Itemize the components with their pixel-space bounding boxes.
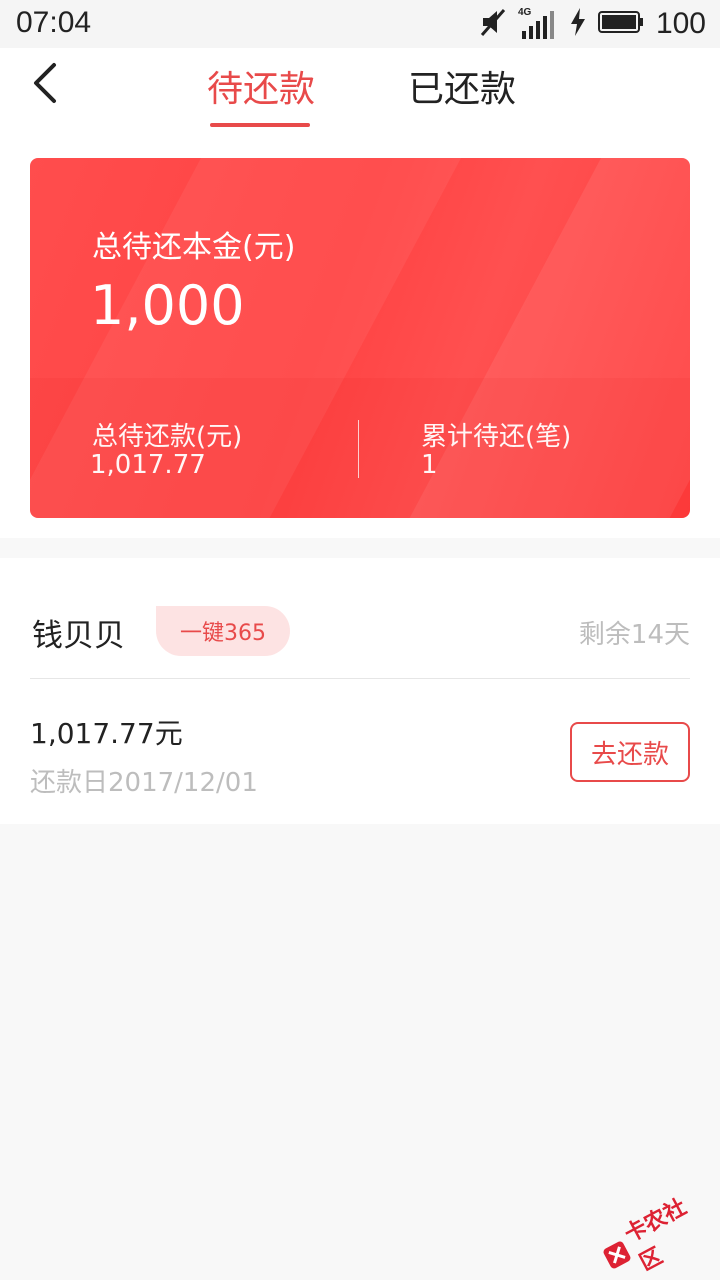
merchant-name: 钱贝贝 <box>32 618 125 654</box>
signal-icon: 4G <box>518 7 558 41</box>
loan-amount: 1,017.77元 <box>30 717 183 750</box>
due-date: 还款日2017/12/01 <box>30 768 258 798</box>
card-divider <box>358 420 359 478</box>
back-button[interactable] <box>22 62 68 108</box>
loan-list-item[interactable]: 钱贝贝 一键365 剩余14天 1,017.77元 还款日2017/12/01 … <box>0 558 720 824</box>
remaining-days: 剩余14天 <box>578 620 690 650</box>
status-time: 07:04 <box>16 6 92 39</box>
principal-label: 总待还本金(元) <box>92 230 296 265</box>
principal-value: 1,000 <box>90 274 245 337</box>
repay-button[interactable]: 去还款 <box>570 722 690 782</box>
total-due-value: 1,017.77 <box>90 450 206 480</box>
tab-paid[interactable]: 已还款 <box>408 60 516 112</box>
charging-icon <box>570 7 586 41</box>
mute-icon <box>480 7 506 42</box>
summary-card: 总待还本金(元) 1,000 总待还款(元) 1,017.77 累计待还(笔) … <box>30 158 690 518</box>
battery-percentage: 100 <box>655 7 706 40</box>
nav-header: 待还款 已还款 <box>0 48 720 138</box>
count-value: 1 <box>421 450 438 480</box>
status-bar: 07:04 4G 100 <box>0 0 720 48</box>
status-icons: 4G 100 <box>480 6 706 42</box>
tab-pending[interactable]: 待还款 <box>207 60 315 112</box>
chevron-left-icon <box>30 61 60 109</box>
battery-icon <box>597 10 644 39</box>
item-divider <box>30 678 690 679</box>
total-due-label: 总待还款(元) <box>92 422 243 452</box>
tab-active-indicator <box>210 123 310 127</box>
watermark: 卡农社区 <box>595 1189 716 1280</box>
count-label: 累计待还(笔) <box>421 422 572 452</box>
product-badge: 一键365 <box>156 606 290 656</box>
